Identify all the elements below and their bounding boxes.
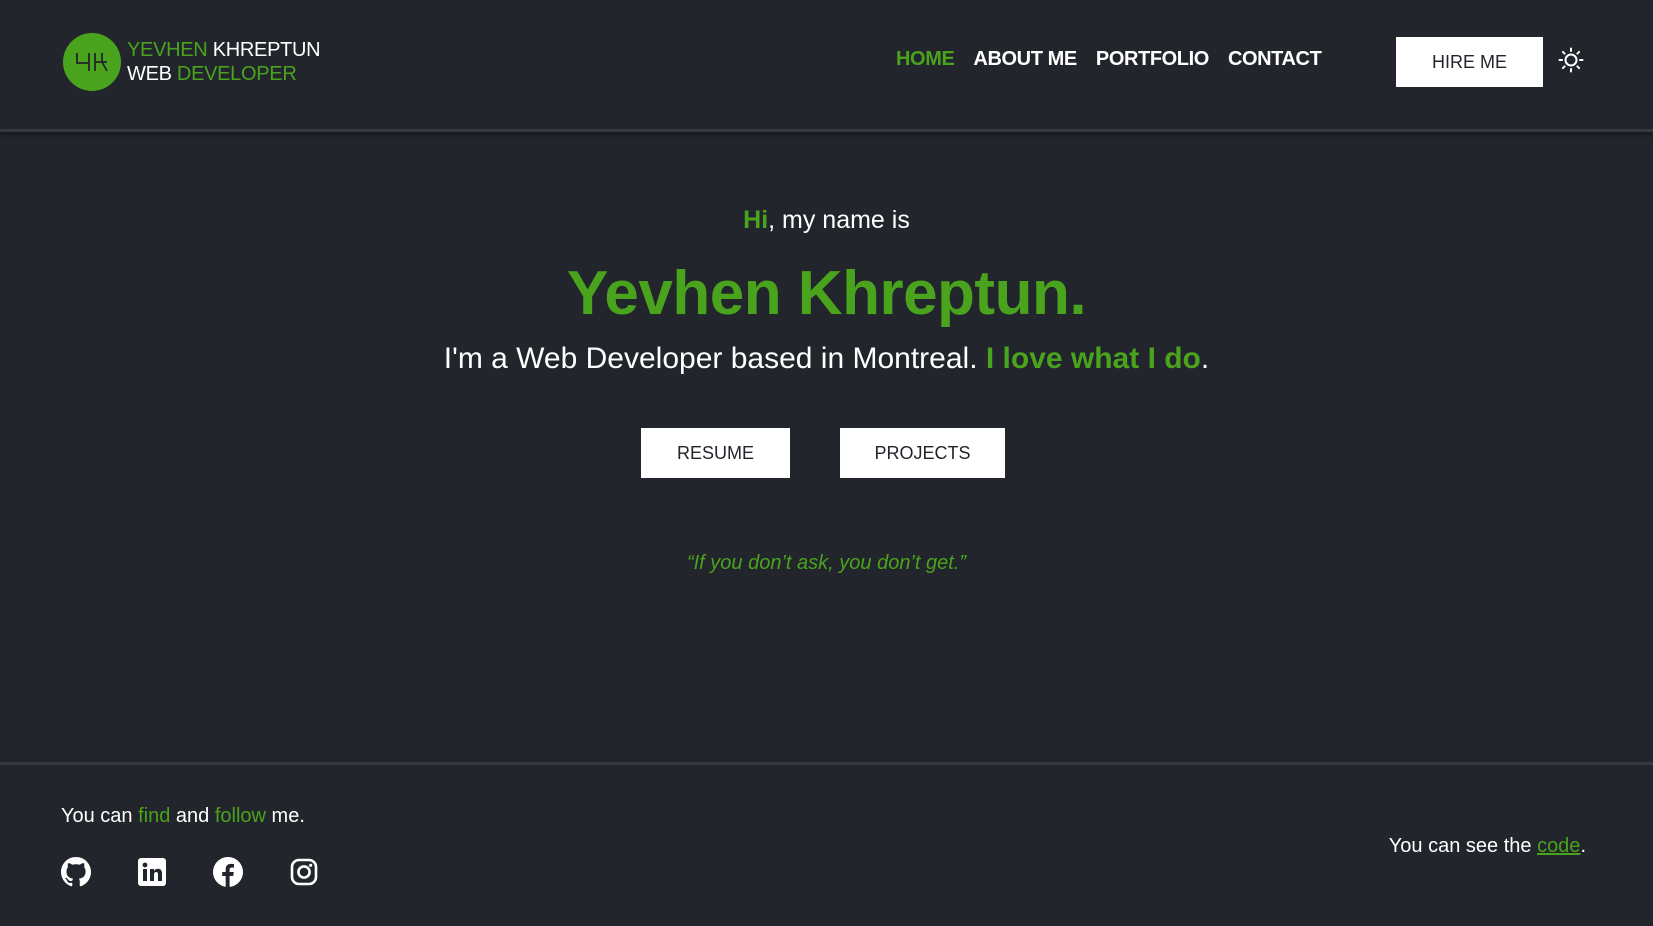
tagline-text: I'm a Web Developer based in Montreal.	[443, 342, 986, 375]
logo-role-developer: DEVELOPER	[176, 63, 297, 85]
tagline: I'm a Web Developer based in Montreal. I…	[0, 342, 1653, 376]
follow-text-a: You can	[61, 805, 139, 827]
hero-name: Yevhen Khreptun.	[566, 259, 1087, 328]
logo-monogram-icon	[63, 33, 121, 91]
hire-me-button[interactable]: HIRE ME	[1396, 37, 1543, 87]
code-link[interactable]: code	[1537, 835, 1580, 857]
logo-text: YEVHEN KHREPTUN WEB DEVELOPER	[127, 38, 321, 86]
code-prefix: You can see the	[1388, 835, 1538, 857]
github-icon[interactable]	[61, 857, 91, 887]
logo-role-web: WEB	[127, 63, 177, 85]
greeting-rest: , my name is	[768, 206, 910, 234]
hero-section: Hi, my name is Yevhen Khreptun. I'm a We…	[0, 132, 1653, 762]
code-suffix: .	[1580, 835, 1586, 857]
linkedin-icon[interactable]	[137, 857, 167, 887]
nav-about-me[interactable]: ABOUT ME	[973, 48, 1077, 71]
tagline-end: .	[1200, 342, 1210, 375]
follow-follow: follow	[214, 805, 266, 827]
logo-first-name: YEVHEN	[127, 39, 208, 61]
social-links	[61, 857, 319, 887]
greeting: Hi, my name is	[0, 206, 1653, 235]
quote: “If you don’t ask, you don’t get.”	[686, 552, 967, 574]
follow-text: You can find and follow me.	[61, 805, 305, 828]
greeting-hi: Hi	[743, 206, 769, 234]
nav-contact[interactable]: CONTACT	[1228, 48, 1322, 71]
nav-home[interactable]: HOME	[896, 48, 955, 71]
follow-find: find	[138, 805, 171, 827]
main-nav: HOME ABOUT ME PORTFOLIO CONTACT	[896, 48, 1322, 71]
projects-button[interactable]: PROJECTS	[840, 428, 1005, 478]
instagram-icon[interactable]	[289, 857, 319, 887]
resume-button[interactable]: RESUME	[641, 428, 790, 478]
nav-portfolio[interactable]: PORTFOLIO	[1096, 48, 1209, 71]
logo-last-name: KHREPTUN	[207, 39, 321, 61]
facebook-icon[interactable]	[213, 857, 243, 887]
code-text: You can see the code.	[1389, 835, 1586, 858]
site-footer: You can find and follow me. You can see …	[0, 762, 1653, 926]
sun-icon[interactable]	[1556, 45, 1586, 75]
site-header: YEVHEN KHREPTUN WEB DEVELOPER HOME ABOUT…	[0, 0, 1653, 132]
follow-text-c: me.	[265, 805, 305, 827]
follow-text-b: and	[170, 805, 215, 827]
logo[interactable]: YEVHEN KHREPTUN WEB DEVELOPER	[63, 33, 321, 91]
tagline-accent: I love what I do	[985, 342, 1201, 375]
